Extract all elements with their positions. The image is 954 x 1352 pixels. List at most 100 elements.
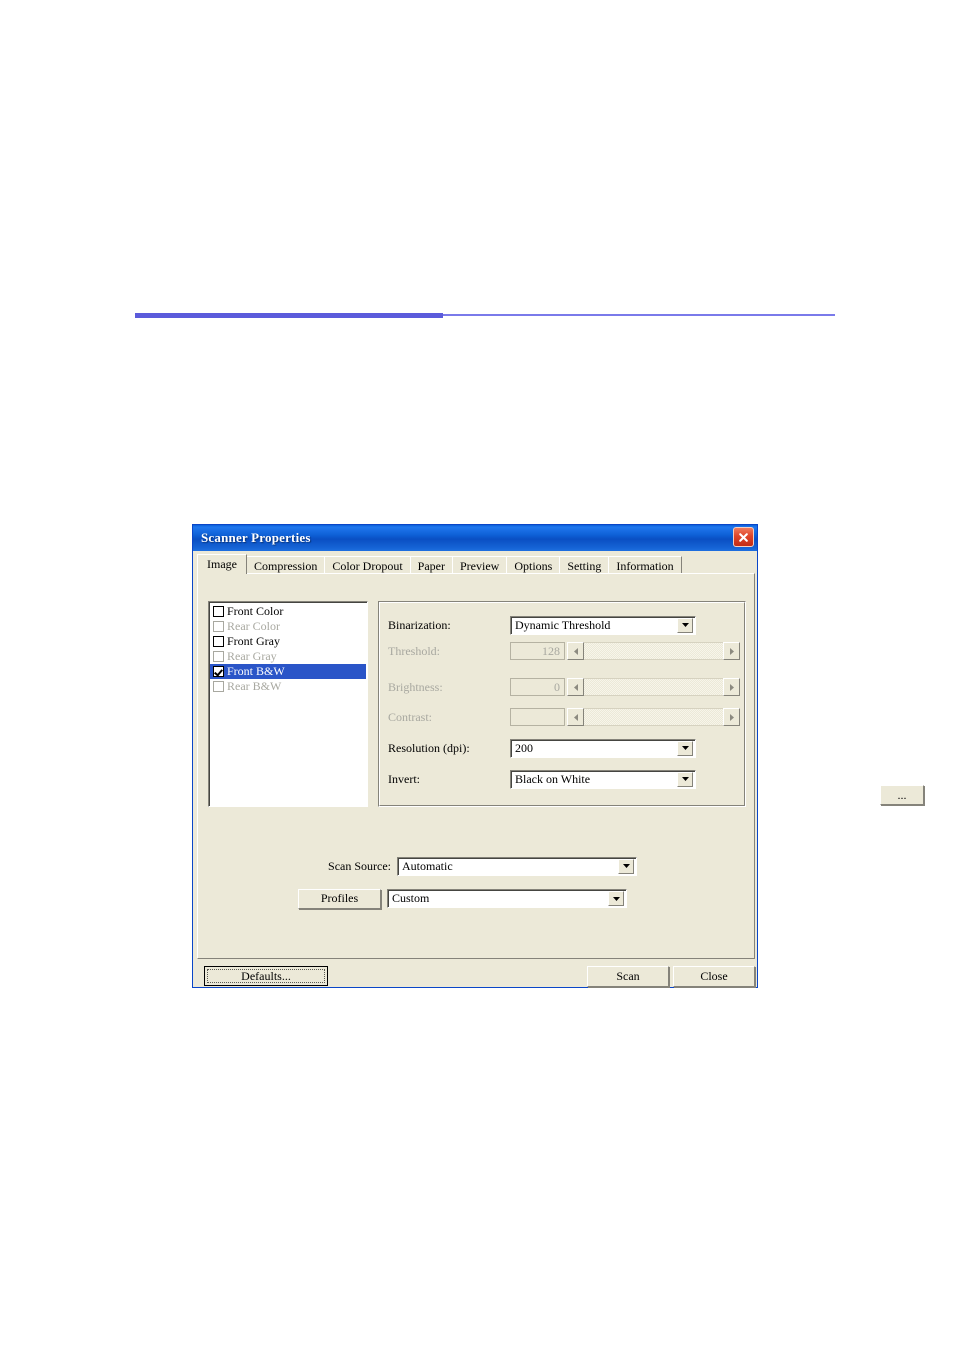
- invert-row: Invert: Black on White: [388, 769, 740, 789]
- close-window-button[interactable]: [733, 527, 754, 547]
- page-horizontal-rule: [135, 313, 835, 319]
- list-item-selected[interactable]: Front B&W: [210, 664, 366, 679]
- list-item-label: Rear B&W: [227, 679, 282, 693]
- chevron-down-icon[interactable]: [608, 891, 624, 906]
- contrast-row: Contrast:: [388, 707, 740, 727]
- list-item-label: Front Color: [227, 604, 284, 618]
- chevron-down-glyph: [681, 623, 689, 627]
- triangle-left-glyph: [573, 713, 578, 721]
- resolution-row: Resolution (dpi): 200: [388, 738, 740, 758]
- chevron-down-glyph: [681, 746, 689, 750]
- slider-right-arrow-icon: [723, 642, 740, 660]
- brightness-value-field: 0: [510, 678, 565, 696]
- rule-segment-thin: [443, 314, 835, 316]
- scan-source-value: Automatic: [402, 858, 453, 873]
- triangle-right-glyph: [729, 647, 734, 655]
- chevron-down-icon[interactable]: [677, 617, 693, 633]
- resolution-label: Resolution (dpi):: [388, 740, 470, 755]
- contrast-slider: [567, 708, 740, 726]
- contrast-value-field: [510, 708, 565, 726]
- tab-preview[interactable]: Preview: [452, 556, 508, 574]
- checkbox-icon[interactable]: [213, 681, 224, 692]
- list-item[interactable]: Rear B&W: [210, 679, 366, 694]
- tab-color-dropout[interactable]: Color Dropout: [324, 556, 411, 574]
- brightness-label: Brightness:: [388, 679, 443, 694]
- resolution-value: 200: [515, 740, 533, 755]
- threshold-slider: [567, 642, 740, 660]
- slider-right-arrow-icon: [723, 678, 740, 696]
- list-item[interactable]: Front Color: [210, 604, 366, 619]
- triangle-left-glyph: [573, 683, 578, 691]
- slider-left-arrow-icon: [567, 678, 584, 696]
- image-selection-listbox[interactable]: Front Color Rear Color Front Gray Rear G…: [208, 601, 368, 807]
- binarization-label: Binarization:: [388, 617, 451, 632]
- tab-paper[interactable]: Paper: [409, 556, 453, 574]
- chevron-down-icon[interactable]: [618, 858, 634, 874]
- checkbox-icon[interactable]: [213, 621, 224, 632]
- contrast-label: Contrast:: [388, 709, 432, 724]
- list-item[interactable]: Rear Color: [210, 619, 366, 634]
- profiles-button[interactable]: Profiles: [298, 888, 381, 909]
- scan-source-label: Scan Source:: [328, 858, 391, 873]
- triangle-right-glyph: [729, 713, 734, 721]
- slider-track: [584, 642, 723, 660]
- slider-left-arrow-icon: [567, 708, 584, 726]
- slider-track: [584, 708, 723, 726]
- threshold-label: Threshold:: [388, 643, 440, 658]
- chevron-down-glyph: [622, 864, 630, 868]
- threshold-value: 128: [542, 643, 560, 658]
- list-item-label: Front B&W: [227, 664, 285, 678]
- scan-source-combobox[interactable]: Automatic: [397, 856, 637, 876]
- invert-combobox[interactable]: Black on White: [510, 769, 696, 789]
- checkbox-icon[interactable]: [213, 651, 224, 662]
- profiles-combobox[interactable]: Custom: [387, 889, 627, 908]
- groupbox-inner-border: Binarization: Dynamic Threshold Threshol…: [379, 602, 924, 806]
- slider-right-arrow-icon: [723, 708, 740, 726]
- defaults-button[interactable]: Defaults...: [204, 966, 328, 986]
- close-x-icon: [739, 532, 748, 542]
- chevron-down-glyph: [681, 777, 689, 781]
- tabstrip: Image Compression Color Dropout Paper Pr…: [197, 554, 682, 574]
- chevron-down-icon[interactable]: [677, 740, 693, 756]
- binarization-combobox[interactable]: Dynamic Threshold: [510, 615, 696, 635]
- tab-image[interactable]: Image: [197, 554, 247, 574]
- image-tab-panel: Front Color Rear Color Front Gray Rear G…: [197, 573, 924, 959]
- brightness-row: Brightness: 0: [388, 677, 740, 697]
- defaults-button-label: Defaults...: [207, 969, 325, 983]
- chevron-down-icon[interactable]: [677, 771, 693, 787]
- triangle-left-glyph: [573, 647, 578, 655]
- resolution-combobox[interactable]: 200: [510, 738, 696, 758]
- threshold-value-field: 128: [510, 642, 565, 660]
- list-item-label: Front Gray: [227, 634, 280, 648]
- tab-information[interactable]: Information: [608, 556, 682, 574]
- slider-track: [584, 678, 723, 696]
- profiles-row: Profiles Custom: [298, 888, 738, 909]
- binarization-value: Dynamic Threshold: [515, 617, 611, 632]
- dialog-title: Scanner Properties: [201, 530, 311, 545]
- scan-source-row: Scan Source: Automatic: [318, 856, 738, 876]
- checkbox-icon[interactable]: [213, 606, 224, 617]
- list-item[interactable]: Rear Gray: [210, 649, 366, 664]
- checkbox-icon[interactable]: [213, 636, 224, 647]
- checkbox-checked-icon[interactable]: [213, 666, 224, 677]
- brightness-slider: [567, 678, 740, 696]
- threshold-row: Threshold: 128: [388, 641, 740, 661]
- tab-setting[interactable]: Setting: [559, 556, 610, 574]
- binarization-row: Binarization: Dynamic Threshold: [388, 615, 740, 635]
- tab-compression[interactable]: Compression: [245, 556, 326, 574]
- scan-button[interactable]: Scan: [587, 966, 669, 987]
- chevron-down-glyph: [612, 896, 620, 901]
- list-item[interactable]: Front Gray: [210, 634, 366, 649]
- triangle-right-glyph: [729, 683, 734, 691]
- resolution-more-button[interactable]: ...: [880, 785, 924, 805]
- rule-segment-thick: [135, 313, 443, 318]
- invert-value: Black on White: [515, 771, 591, 786]
- close-dialog-button[interactable]: Close: [673, 966, 755, 987]
- slider-left-arrow-icon: [567, 642, 584, 660]
- tab-options[interactable]: Options: [506, 556, 561, 574]
- profiles-value: Custom: [392, 891, 430, 905]
- brightness-value: 0: [554, 679, 560, 694]
- invert-label: Invert:: [388, 771, 420, 786]
- dialog-titlebar[interactable]: Scanner Properties: [193, 525, 757, 551]
- scanner-properties-dialog: Scanner Properties Image Compression Col…: [192, 524, 924, 988]
